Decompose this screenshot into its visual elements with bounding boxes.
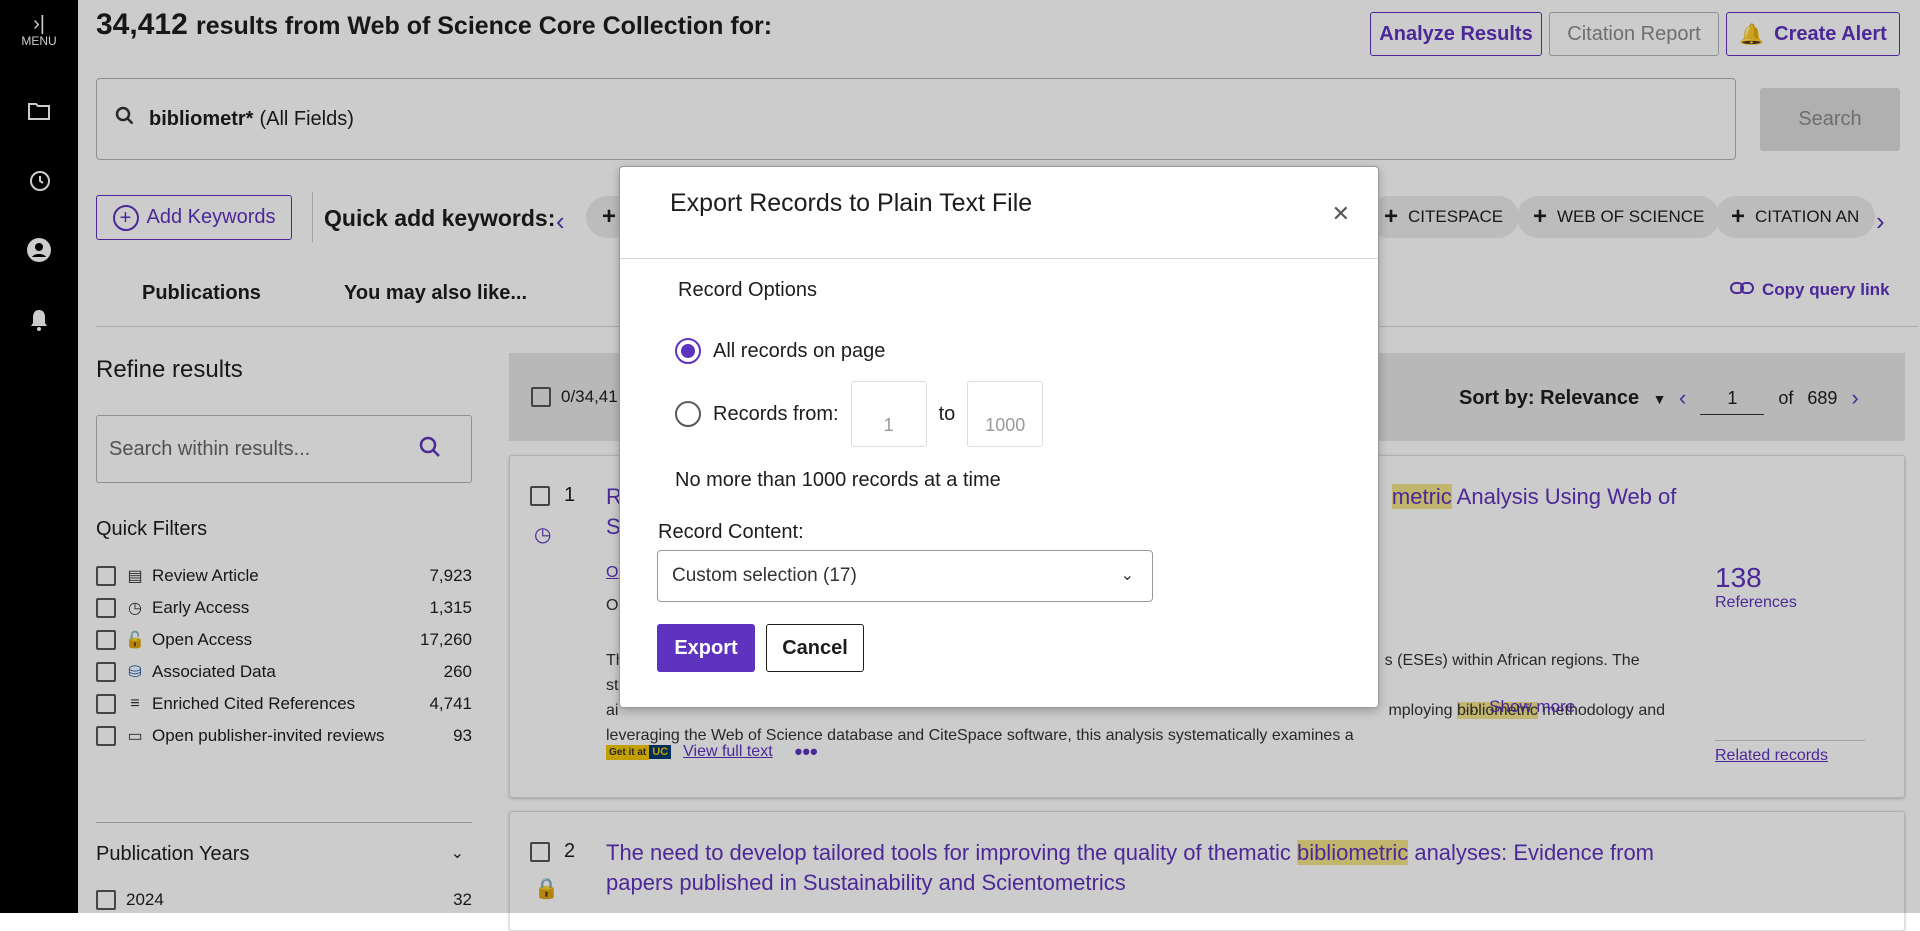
records-limit-note: No more than 1000 records at a time [675, 469, 1001, 491]
all-records-label: All records on page [713, 339, 886, 362]
dialog-title: Export Records to Plain Text File [670, 189, 1033, 217]
range-from-input[interactable]: 1 [850, 381, 927, 447]
cancel-button[interactable]: Cancel [766, 624, 864, 672]
close-icon[interactable]: ✕ [1332, 201, 1350, 227]
record-options-title: Record Options [678, 279, 817, 301]
record-content-value: Custom selection (17) [672, 565, 857, 586]
range-to-input[interactable]: 1000 [967, 381, 1044, 447]
all-records-option[interactable]: All records on page [675, 338, 885, 364]
to-label: to [938, 402, 956, 425]
radio-unselected[interactable] [675, 401, 701, 427]
export-dialog: Export Records to Plain Text File ✕ Reco… [619, 166, 1379, 708]
radio-selected[interactable] [675, 338, 701, 364]
record-content-label: Record Content: [658, 521, 804, 543]
export-button[interactable]: Export [657, 624, 755, 672]
records-range-option[interactable]: Records from: 1 to 1000 [675, 381, 1044, 447]
record-content-select[interactable]: Custom selection (17) ⌄ [657, 550, 1153, 602]
records-from-label: Records from: [713, 402, 839, 425]
chevron-down-icon: ⌄ [1120, 567, 1134, 584]
dialog-header: Export Records to Plain Text File ✕ [620, 167, 1378, 259]
